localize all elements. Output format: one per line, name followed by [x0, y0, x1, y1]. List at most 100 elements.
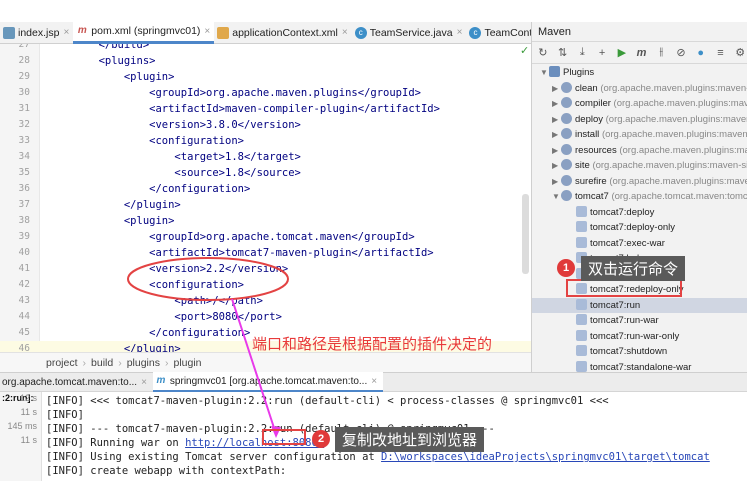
tree-node-plugin[interactable]: ▼ tomcat7 (org.apache.tomcat.maven:tomcat… [532, 189, 747, 205]
code-line: 35 <source>1.8</source> [0, 165, 531, 181]
plugin-name: clean [575, 82, 598, 94]
code-text: <source>1.8</source> [48, 167, 301, 179]
tree-node-goal[interactable]: tomcat7:run [532, 297, 747, 313]
line-number: 40 [18, 247, 30, 258]
reimport-icon[interactable]: ⇅ [556, 46, 570, 60]
tree-node-goal[interactable]: tomcat7:redeploy-only [532, 282, 747, 298]
goal-name: tomcat7:redeploy [590, 268, 663, 280]
close-icon[interactable]: × [342, 27, 348, 38]
chevron-right-icon: ▶ [552, 176, 559, 186]
close-icon[interactable]: × [63, 27, 69, 38]
tree-node-goal[interactable]: tomcat7:help [532, 251, 747, 267]
maven-goal-icon [576, 205, 587, 217]
line-number: 43 [18, 295, 30, 306]
line-number: 33 [18, 135, 30, 146]
tab-team-service[interactable]: c TeamService.java × [352, 22, 467, 44]
xml-file-icon [217, 26, 230, 39]
code-line: 36 </configuration> [0, 181, 531, 197]
top-cropped-area [0, 0, 747, 22]
tab-index-jsp[interactable]: index.jsp × [0, 22, 73, 44]
close-icon[interactable]: × [204, 26, 210, 37]
run-icon[interactable]: ▶ [615, 46, 629, 60]
breadcrumb: project › build › plugins › plugin [0, 352, 531, 372]
tree-node-goal[interactable]: tomcat7:run-war-only [532, 329, 747, 345]
tree-node-goal[interactable]: tomcat7:exec-war [532, 236, 747, 252]
chevron-right-icon: ▶ [552, 130, 559, 139]
tree-node-plugin[interactable]: ▶ resources (org.apache.maven.plugins:mav… [532, 143, 747, 159]
elapsed-time: 12 s [19, 393, 37, 403]
console-line: [INFO] create webapp with contextPath: [46, 465, 287, 477]
tab-label: index.jsp [18, 26, 60, 39]
tree-node-goal[interactable]: tomcat7:run-war [532, 313, 747, 329]
tree-node-plugin[interactable]: ▶ site (org.apache.maven.plugins:maven-si… [532, 158, 747, 174]
tree-node-goal[interactable]: tomcat7:standalone-war [532, 360, 747, 372]
plugin-group: (org.apache.maven.plugins:maven-c [605, 113, 747, 125]
skip-tests-icon[interactable]: ⊘ [674, 46, 688, 60]
tree-node-goal[interactable]: tomcat7:deploy [532, 205, 747, 221]
tree-node-plugin[interactable]: ▶ deploy (org.apache.maven.plugins:maven-… [532, 112, 747, 128]
breadcrumb-item[interactable]: project [46, 357, 78, 369]
maven-goal-icon [576, 360, 587, 372]
tree-node-goal[interactable]: tomcat7:shutdown [532, 344, 747, 360]
plugin-name: site [575, 160, 590, 171]
breadcrumb-item[interactable]: plugins [127, 357, 160, 369]
close-icon[interactable]: × [371, 376, 377, 387]
elapsed-time: 11 s [20, 435, 37, 445]
run-console[interactable]: :2:run]: 12 s 11 s 145 ms 11 s [INFO] <<… [0, 392, 747, 481]
toggle-offline-icon[interactable]: ⫲ [654, 46, 668, 60]
code-text: <plugin> [48, 215, 175, 227]
run-tab-springmvc01[interactable]: m springmvc01 [org.apache.tomcat.maven:t… [152, 372, 384, 392]
breadcrumb-item[interactable]: plugin [173, 357, 201, 369]
line-number: 37 [18, 199, 30, 210]
plugin-name: deploy [575, 113, 603, 125]
code-line: 27 </build> [0, 44, 531, 53]
settings-icon[interactable]: ⚙ [733, 46, 747, 60]
refresh-icon[interactable]: ↻ [536, 46, 550, 60]
line-number: 41 [18, 263, 30, 274]
tree-node-plugin[interactable]: ▶ surefire (org.apache.maven.plugins:mave… [532, 174, 747, 190]
run-tab[interactable]: org.apache.tomcat.maven:to... × [0, 372, 153, 392]
jsp-file-icon [3, 26, 15, 39]
execute-goal-icon[interactable]: m [635, 46, 649, 60]
plugin-name: resources [575, 144, 617, 156]
tree-node-plugin[interactable]: ▶ clean (org.apache.maven.plugins:maven-c… [532, 81, 747, 97]
tree-node-plugin[interactable]: ▶ install (org.apache.maven.plugins:maven… [532, 127, 747, 143]
editor-scrollbar-thumb[interactable] [522, 194, 529, 274]
tab-pom-xml[interactable]: m pom.xml (springmvc01) × [73, 21, 215, 44]
tree-node-plugin[interactable]: ▶ compiler (org.apache.maven.plugins:mave… [532, 96, 747, 112]
code-text: <configuration> [48, 135, 244, 147]
plugin-icon [561, 190, 572, 201]
close-icon[interactable]: × [141, 377, 147, 388]
breadcrumb-item[interactable]: build [91, 357, 113, 369]
tomcat-config-path-link[interactable]: D:\workspaces\ideaProjects\springmvc01\t… [381, 451, 710, 463]
show-dependencies-icon[interactable]: ● [694, 46, 708, 60]
line-number: 46 [18, 343, 30, 352]
run-tab-label: org.apache.tomcat.maven:to... [2, 376, 138, 388]
close-icon[interactable]: × [457, 27, 463, 38]
tab-application-context[interactable]: applicationContext.xml × [214, 22, 351, 44]
chevron-right-icon: › [118, 356, 122, 369]
plugin-name: compiler [575, 98, 611, 109]
plugin-name: tomcat7 [575, 191, 609, 202]
tree-node-goal[interactable]: tomcat7:redeploy [532, 267, 747, 283]
chevron-right-icon: ▶ [552, 83, 559, 93]
line-number: 31 [18, 103, 30, 114]
tree-node-plugins[interactable]: ▼ Plugins [532, 65, 747, 81]
goal-name: tomcat7:redeploy-only [590, 284, 684, 295]
plugins-folder-icon [549, 66, 560, 77]
download-icon[interactable]: ⤓ [575, 46, 589, 60]
tree-node-goal[interactable]: tomcat7:deploy-only [532, 220, 747, 236]
plugin-icon [561, 112, 572, 124]
localhost-url-link[interactable]: http://localhost:8080/ [185, 437, 324, 449]
goal-name: tomcat7:run-war-only [590, 330, 680, 342]
collapse-all-icon[interactable]: ≡ [714, 46, 728, 60]
code-editor[interactable]: 27 </build> 28 <plugins> 29 <plugin> 30 <gr… [0, 44, 531, 352]
plugin-icon [561, 174, 572, 186]
plugin-group: (org.apache.maven.plugins:maven- [609, 175, 747, 187]
plugin-group: (org.apache.tomcat.maven:tomcat7 [611, 191, 747, 202]
elapsed-time: 145 ms [7, 421, 37, 431]
line-number: 45 [18, 327, 30, 338]
add-icon[interactable]: + [595, 46, 609, 60]
chevron-right-icon: ▶ [552, 114, 559, 124]
code-line: 42 <configuration> [0, 277, 531, 293]
